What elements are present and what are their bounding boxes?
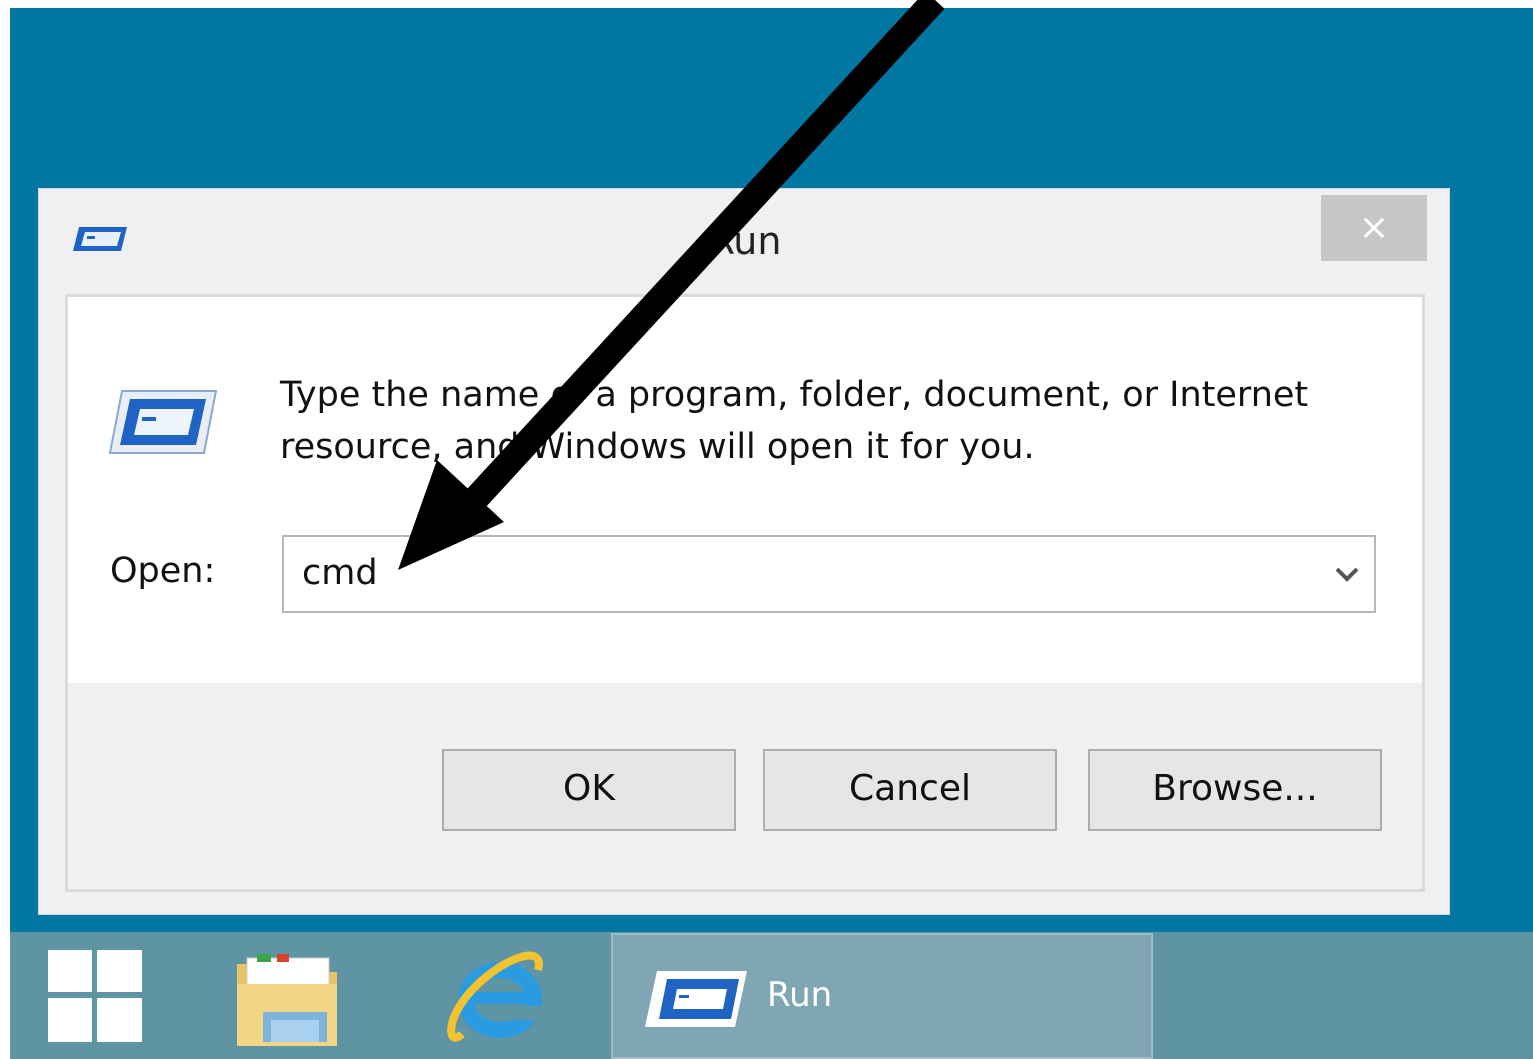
taskbar-run-label: Run — [767, 975, 833, 1015]
start-button[interactable] — [48, 950, 142, 1042]
taskbar-file-explorer[interactable] — [233, 950, 341, 1050]
screenshot-border — [0, 0, 10, 1059]
file-explorer-icon — [237, 954, 337, 1046]
chevron-down-icon[interactable] — [1334, 565, 1360, 583]
run-app-icon — [108, 390, 218, 454]
open-combobox[interactable] — [282, 535, 1376, 613]
dialog-description: Type the name of a program, folder, docu… — [280, 375, 1309, 467]
close-button[interactable]: × — [1321, 195, 1427, 261]
run-app-icon — [645, 971, 747, 1027]
taskbar-run-button[interactable]: Run — [611, 933, 1153, 1059]
browse-button[interactable]: Browse... — [1088, 749, 1382, 831]
dialog-message-area: Type the name of a program, folder, docu… — [68, 297, 1422, 683]
open-label: Open: — [110, 551, 216, 591]
run-dialog: Run × Type the name of a program, folder… — [38, 188, 1450, 915]
internet-explorer-icon — [447, 951, 544, 1042]
cancel-button[interactable]: Cancel — [763, 749, 1057, 831]
open-input[interactable] — [302, 545, 1282, 601]
dialog-title: Run — [708, 219, 782, 263]
windows-logo-icon — [48, 950, 142, 1042]
ok-button[interactable]: OK — [442, 749, 736, 831]
taskbar-internet-explorer[interactable] — [442, 940, 554, 1052]
dialog-content: Type the name of a program, folder, docu… — [65, 294, 1425, 892]
